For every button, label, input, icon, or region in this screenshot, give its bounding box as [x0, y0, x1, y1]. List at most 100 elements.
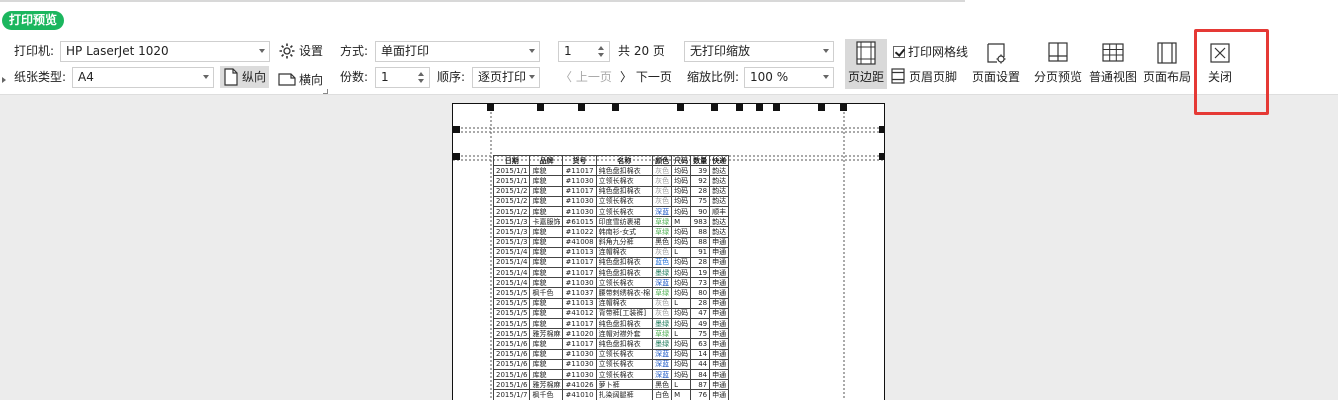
margin-handle[interactable]	[879, 153, 884, 160]
header-footer-button[interactable]: 页眉页脚	[891, 66, 961, 88]
table-cell: 2015/1/1	[492, 165, 531, 177]
margin-handle[interactable]	[818, 104, 825, 111]
page-break-preview-button[interactable]: 分页预览	[1033, 39, 1083, 89]
table-cell: 库貌	[529, 267, 564, 279]
margin-handle[interactable]	[578, 104, 585, 111]
table-row: 2015/1/3 卡嘉服饰 #61015 印度雪纺裹裙 草绿 M 983 韵达	[492, 216, 730, 228]
next-page-button[interactable]: 〉 下一页	[620, 67, 672, 87]
table-cell: 均码	[671, 165, 692, 177]
page-number-stepper[interactable]: 1	[558, 41, 610, 62]
table-cell: 深蓝	[652, 277, 673, 289]
tab-print-preview[interactable]: 打印预览	[2, 11, 65, 30]
zoom-select[interactable]: 100 %	[744, 67, 834, 88]
chevron-down-icon	[529, 75, 535, 79]
margin-handle[interactable]	[879, 126, 884, 133]
normal-view-button[interactable]: 普通视图	[1088, 39, 1138, 89]
table-cell: 申通	[709, 338, 730, 350]
stepper-arrows-icon[interactable]	[597, 44, 605, 59]
table-cell: #41010	[562, 389, 597, 400]
page-setup-button[interactable]: 页面设置	[970, 39, 1022, 89]
table-cell: 28	[690, 256, 711, 269]
table-cell: 纯色盘扣棉衣	[595, 267, 654, 279]
scaling-select[interactable]: 无打印缩放	[684, 41, 834, 62]
stepper-arrows-icon[interactable]	[417, 70, 425, 85]
table-cell: L	[671, 246, 692, 258]
table-cell: 2015/1/3	[492, 226, 531, 238]
column-header: 货号	[562, 154, 597, 167]
table-cell: 库貌	[529, 165, 564, 177]
gridlines-checkbox[interactable]	[893, 46, 905, 58]
margin-handle[interactable]	[773, 104, 780, 111]
portrait-button[interactable]: 纵向	[220, 66, 269, 88]
page-number-value: 1	[564, 44, 572, 58]
margin-handle[interactable]	[487, 104, 494, 111]
table-cell: 2015/1/6	[492, 379, 531, 391]
margin-handle[interactable]	[453, 126, 460, 133]
table-cell: 2015/1/5	[492, 297, 531, 309]
column-header: 快递	[709, 154, 730, 167]
copies-stepper[interactable]: 1	[375, 67, 430, 88]
margins-icon	[856, 41, 876, 65]
header-footer-icon	[891, 68, 905, 84]
table-cell: #41012	[562, 307, 597, 320]
table-row: 2015/1/6 库貌 #11017 纯色盘扣棉衣 墨绿 均码 63 申通	[492, 338, 730, 350]
table-cell: 75	[690, 195, 711, 207]
expand-arrow-icon[interactable]	[2, 77, 6, 83]
table-cell: 983	[690, 216, 711, 228]
settings-button[interactable]: 设置	[278, 40, 326, 62]
grid-view-icon	[1102, 43, 1124, 62]
margin-handle[interactable]	[756, 104, 763, 111]
table-cell: 灰色	[652, 246, 673, 258]
table-cell: #41026	[562, 379, 597, 391]
printer-select[interactable]: HP LaserJet 1020	[60, 41, 270, 62]
paper-type-select[interactable]: A4	[72, 67, 214, 88]
page-layout-button[interactable]: 页面布局	[1142, 39, 1192, 89]
table-cell: 均码	[671, 368, 692, 381]
margins-button[interactable]: 页边距	[845, 39, 887, 89]
table-cell: 44	[690, 358, 711, 370]
chevron-down-icon	[259, 49, 265, 53]
margin-handle[interactable]	[537, 104, 544, 111]
print-order-select[interactable]: 逐页打印	[472, 67, 540, 88]
table-cell: 韵达	[709, 175, 730, 187]
table-cell: #11030	[562, 205, 597, 218]
table-row: 2015/1/1 库貌 #11017 纯色盘扣棉衣 灰色 均码 39 韵达	[492, 165, 730, 177]
page-total-label: 共 20 页	[618, 44, 665, 58]
table-cell: 立领长棉衣	[595, 175, 654, 187]
chevron-down-icon	[529, 49, 535, 53]
table-cell: 韵达	[709, 185, 730, 197]
table-cell: #11030	[562, 368, 597, 381]
table-cell: 韵达	[709, 195, 730, 207]
margin-handle[interactable]	[736, 104, 743, 111]
table-cell: 申通	[709, 317, 730, 330]
table-cell: 库貌	[529, 195, 564, 207]
table-cell: 灰色	[652, 307, 673, 320]
table-cell: 纯色盘扣棉衣	[595, 185, 654, 197]
margin-handle[interactable]	[612, 104, 619, 111]
table-cell: 黑色	[652, 236, 673, 248]
table-cell: 雅芳棉麻	[529, 328, 564, 340]
table-cell: 韩南衫-女式	[595, 226, 654, 238]
margin-handle[interactable]	[711, 104, 718, 111]
landscape-button[interactable]: 横向	[278, 69, 326, 91]
table-cell: 库貌	[529, 246, 564, 258]
sheet-header-row: 日期 品牌 货号 名称 颜色 尺码 数量 快递	[492, 154, 730, 167]
margin-handle[interactable]	[677, 104, 684, 111]
table-cell: 2015/1/5	[492, 287, 531, 299]
print-order-value: 逐页打印	[478, 70, 527, 84]
table-cell: #11030	[562, 358, 597, 370]
table-cell: 萝卜裤	[595, 379, 654, 391]
margin-handle[interactable]	[840, 104, 847, 111]
table-cell: 灰色	[652, 175, 673, 187]
table-cell: 库貌	[529, 277, 564, 289]
table-cell: #41008	[562, 236, 597, 248]
dialog-launcher-icon[interactable]	[323, 89, 328, 94]
gridlines-label[interactable]: 打印网格线	[908, 42, 968, 62]
table-row: 2015/1/6 雅芳棉麻 #41026 萝卜裤 黑色 L 87 申通	[492, 379, 730, 391]
order-label: 顺序:	[437, 70, 466, 84]
table-cell: 纯色盘扣棉衣	[595, 338, 654, 350]
prev-page-button[interactable]: 〈 上一页	[560, 67, 612, 87]
margin-handle[interactable]	[453, 153, 460, 160]
print-mode-select[interactable]: 单面打印	[375, 41, 540, 62]
chevron-right-icon: 〉	[620, 70, 636, 84]
